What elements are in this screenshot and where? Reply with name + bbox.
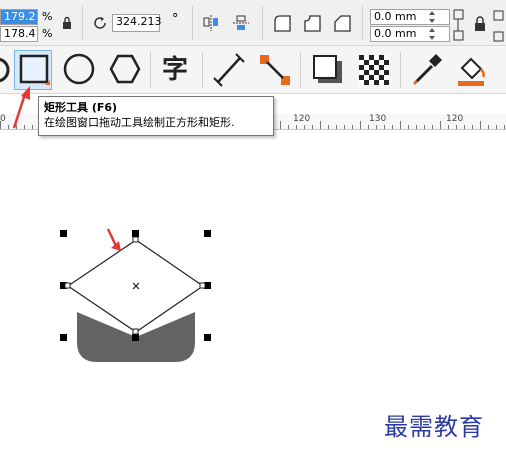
ruler-tick: [296, 125, 297, 129]
separator: [150, 52, 151, 88]
connector-icon: [260, 55, 290, 85]
ruler-tick: [336, 125, 337, 129]
ruler-tick: [312, 125, 313, 129]
handle-top-right[interactable]: [204, 230, 211, 237]
ruler-tick: [440, 121, 441, 129]
drop-shadow-tool[interactable]: [308, 50, 346, 90]
rotation-field[interactable]: 324.213: [112, 14, 162, 32]
separator: [192, 6, 193, 40]
separator: [400, 52, 401, 88]
ruler-tick: [360, 121, 361, 129]
scale-x-unit: %: [42, 10, 53, 23]
corner-link-icon[interactable]: [492, 9, 506, 43]
handle-top[interactable]: [132, 230, 139, 237]
ruler-tick: [344, 125, 345, 129]
corner-radius-bottom-field[interactable]: 0.0 mm: [370, 26, 450, 42]
ruler-tick: [368, 125, 369, 129]
ruler-tick: [392, 125, 393, 129]
eyedropper-tool[interactable]: [408, 50, 446, 90]
ruler-tick: [464, 125, 465, 129]
tool-tooltip: 矩形工具 (F6) 在绘图窗口拖动工具绘制正方形和矩形.: [38, 96, 274, 136]
ruler-tick: [304, 125, 305, 129]
checkerboard-icon: [359, 55, 389, 85]
property-bar: 179.2 178.4 % % 324.213 ° 0.0 mm 0.0 mm: [0, 0, 506, 46]
text-tool[interactable]: 字: [158, 50, 196, 90]
chamfer-corner-icon[interactable]: [332, 13, 352, 33]
toolbox: 字: [0, 46, 506, 94]
ruler-tick: [448, 125, 449, 129]
polygon-icon: [109, 54, 141, 84]
annotation-arrow: [106, 228, 121, 251]
annotation-arrow: [12, 86, 30, 129]
handle-bottom-right[interactable]: [204, 334, 211, 341]
ruler-tick: [504, 125, 505, 129]
rotate-icon: [94, 17, 106, 29]
ruler-tick: [480, 121, 481, 129]
separator: [262, 6, 263, 40]
ruler-tick: [376, 125, 377, 129]
spin-buttons[interactable]: [427, 9, 437, 25]
ruler-tick: [0, 121, 1, 129]
ruler-tick: [408, 125, 409, 129]
tooltip-title: 矩形工具 (F6): [44, 101, 118, 114]
ruler-tick: [432, 125, 433, 129]
scallop-corner-icon[interactable]: [302, 13, 322, 33]
separator: [82, 6, 83, 40]
tooltip-description: 在绘图窗口拖动工具绘制正方形和矩形.: [44, 116, 235, 129]
mirror-horizontal-icon[interactable]: [202, 14, 220, 32]
watermark-text: 最需教育: [384, 413, 484, 441]
rotation-unit: °: [172, 12, 179, 27]
transparency-tool[interactable]: [354, 50, 392, 90]
corner-radius-top-field[interactable]: 0.0 mm: [370, 9, 450, 25]
polygon-tool[interactable]: [106, 50, 144, 90]
ellipse-icon: [63, 53, 95, 85]
ruler-tick: [352, 125, 353, 129]
lock-corners-icon[interactable]: [474, 16, 486, 32]
dimension-tool[interactable]: [210, 50, 248, 90]
connector-tool[interactable]: [256, 50, 294, 90]
ruler-tick: [280, 121, 281, 129]
separator: [300, 52, 301, 88]
ruler-tick: [320, 121, 321, 129]
handle-bottom-left[interactable]: [60, 334, 67, 341]
ruler-label: 120: [293, 114, 311, 124]
dimension-icon: [213, 53, 245, 87]
handle-top-left[interactable]: [60, 230, 67, 237]
eyedropper-icon: [412, 54, 442, 86]
lock-ratio-icon[interactable]: [62, 16, 72, 30]
ruler-tick: [400, 121, 401, 129]
ruler-tick: [424, 125, 425, 129]
drop-shadow-icon: [313, 55, 342, 83]
ruler-tick: [456, 125, 457, 129]
paint-bucket-icon: [458, 57, 485, 86]
handle-bottom[interactable]: [132, 334, 139, 341]
ruler-tick: [288, 125, 289, 129]
ruler-tick: [416, 125, 417, 129]
separator: [202, 52, 203, 88]
scale-y-field[interactable]: 178.4: [0, 26, 38, 42]
corner-link-icon[interactable]: [452, 8, 466, 42]
ruler-tick: [496, 125, 497, 129]
ruler-tick: [328, 125, 329, 129]
ruler-tick: [472, 125, 473, 129]
ruler-label: 130: [369, 114, 387, 124]
separator: [362, 6, 363, 40]
ellipse-tool[interactable]: [60, 50, 98, 90]
round-corner-icon[interactable]: [272, 13, 292, 33]
text-icon: 字: [162, 55, 189, 85]
scale-y-unit: %: [42, 27, 53, 40]
ruler-label: 120: [446, 114, 464, 124]
ruler-tick: [384, 125, 385, 129]
scale-x-field[interactable]: 179.2: [0, 9, 38, 25]
spin-buttons[interactable]: [427, 26, 437, 42]
mirror-vertical-icon[interactable]: [232, 14, 250, 32]
interactive-fill-tool[interactable]: [452, 50, 490, 90]
ruler-tick: [488, 125, 489, 129]
